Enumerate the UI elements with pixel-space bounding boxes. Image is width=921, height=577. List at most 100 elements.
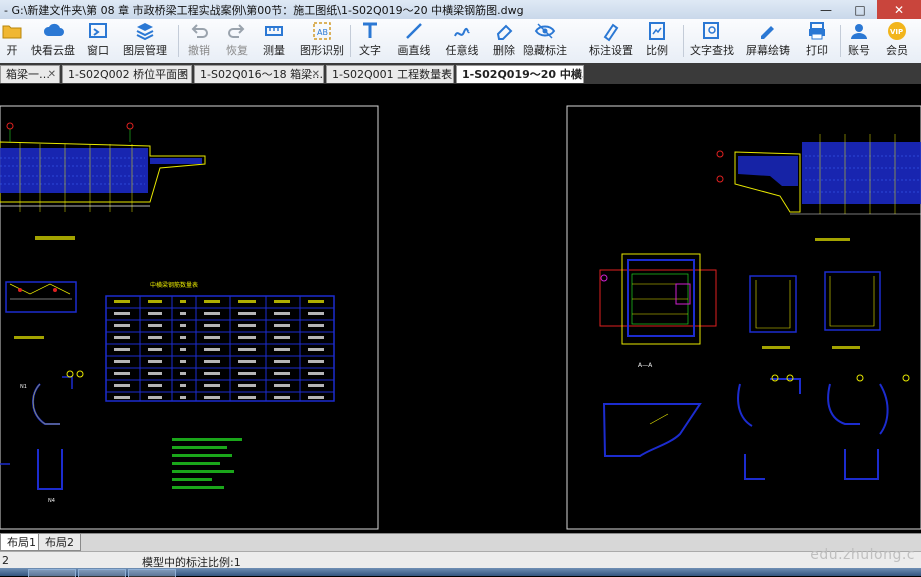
- vip-icon: VIP: [886, 21, 908, 41]
- tab-close-icon[interactable]: ✕: [572, 66, 580, 83]
- eye-icon: [534, 21, 556, 41]
- toolbar-button-eye[interactable]: 隐藏标注: [517, 21, 573, 61]
- svg-text:AB: AB: [317, 28, 328, 37]
- toolbar-button-line[interactable]: 画直线: [396, 21, 432, 61]
- close-button[interactable]: ✕: [877, 0, 921, 19]
- toolbar-label: 窗口: [87, 44, 109, 57]
- title-bar: - G:\新建文件夹\第 08 章 市政桥梁工程实战案例\第00节：施工图纸\1…: [0, 0, 921, 20]
- toolbar-button-folder-open[interactable]: 开: [1, 21, 23, 61]
- print-icon: [806, 21, 828, 41]
- section-aa-label: A—A: [638, 362, 653, 369]
- line-icon: [403, 21, 425, 41]
- left-bar-shapes: N4 N1: [0, 370, 84, 504]
- tab-label: 1-S02Q001 工程数量表: [332, 68, 453, 81]
- scale-icon: [646, 21, 668, 41]
- layout-tab[interactable]: 布局1: [0, 534, 43, 551]
- toolbar-button-text[interactable]: 文字: [357, 21, 383, 61]
- toolbar-label: 文字: [359, 44, 381, 57]
- toolbar-button-print[interactable]: 打印: [804, 21, 830, 61]
- tab-close-icon[interactable]: ✕: [48, 66, 56, 83]
- undo-icon: [188, 21, 210, 41]
- layout-tab[interactable]: 布局2: [38, 534, 81, 551]
- toolbar-label: 撤销: [188, 44, 210, 57]
- document-tab[interactable]: 1-S02Q019～20 中横… ✕: [456, 65, 584, 83]
- toolbar-button-redo[interactable]: 恢复: [224, 21, 250, 61]
- watermark: edu.zhulong.c: [810, 547, 915, 563]
- toolbar-button-account[interactable]: 账号: [846, 21, 872, 61]
- toolbar-label: 屏幕绘铸: [746, 44, 790, 57]
- toolbar-button-layers[interactable]: 图层管理: [122, 21, 168, 61]
- toolbar-button-undo[interactable]: 撤销: [186, 21, 212, 61]
- tab-close-icon[interactable]: ✕: [442, 66, 450, 83]
- document-tab[interactable]: 箱梁一… ✕: [0, 65, 60, 83]
- shape-recognize-icon: AB: [311, 21, 333, 41]
- toolbar-button-screen-draw[interactable]: 屏幕绘铸: [745, 21, 791, 61]
- cloud-icon: [42, 21, 64, 41]
- toolbar-button-text-search[interactable]: 文字查找: [689, 21, 735, 61]
- toolbar-button-cloud[interactable]: 快看云盘: [30, 21, 76, 61]
- cad-drawing: 中横梁钢筋数量表 N4 N1 A—A: [0, 105, 921, 530]
- toolbar-button-freehand[interactable]: 任意线: [444, 21, 480, 61]
- annotation-settings-icon: [600, 21, 622, 42]
- os-taskbar: [0, 568, 921, 577]
- toolbar-separator: [178, 25, 179, 57]
- right-detail-shapes: [749, 271, 881, 349]
- left-detail-bars: [5, 281, 77, 339]
- toolbar-label: 画直线: [397, 44, 431, 57]
- maximize-button[interactable]: □: [843, 0, 877, 19]
- toolbar-label: 快看云盘: [31, 44, 75, 57]
- drawing-canvas[interactable]: 中横梁钢筋数量表 N4 N1 A—A: [0, 84, 921, 533]
- toolbar-label: 图形识别: [300, 44, 344, 57]
- document-tab[interactable]: 1-S02Q001 工程数量表 ✕: [326, 65, 454, 83]
- tab-close-icon[interactable]: ✕: [180, 66, 188, 83]
- toolbar-button-annotation-settings[interactable]: 标注设置: [588, 21, 634, 61]
- redo-icon: [226, 21, 248, 41]
- svg-text:N4: N4: [48, 498, 55, 504]
- text-icon: [359, 21, 381, 41]
- toolbar-label: 文字查找: [690, 44, 734, 57]
- window-title: - G:\新建文件夹\第 08 章 市政桥梁工程实战案例\第00节：施工图纸\1…: [4, 4, 524, 17]
- text-search-icon: [701, 21, 723, 41]
- freehand-icon: [451, 21, 473, 41]
- measure-icon: [263, 21, 285, 41]
- status-bar: 2 模型中的标注比例:1: [0, 551, 921, 569]
- window-icon: [87, 21, 109, 41]
- eraser-icon: [493, 21, 515, 41]
- tab-close-icon[interactable]: ✕: [312, 66, 320, 83]
- folder-open-icon: [1, 21, 23, 41]
- toolbar-separator: [840, 25, 841, 57]
- toolbar-label: 比例: [646, 44, 668, 57]
- minimize-button[interactable]: —: [809, 0, 843, 19]
- toolbar-button-shape-recognize[interactable]: AB 图形识别: [299, 21, 345, 61]
- tab-label: 1-S02Q016～18 箱梁…: [200, 68, 324, 81]
- layers-icon: [134, 21, 156, 41]
- toolbar-button-vip[interactable]: VIP 会员: [884, 21, 910, 61]
- toolbar-button-measure[interactable]: 测量: [261, 21, 287, 61]
- toolbar-label: 隐藏标注: [523, 44, 567, 57]
- table-title: 中横梁钢筋数量表: [150, 281, 198, 289]
- tab-label: 1-S02Q002 桥位平面图: [68, 68, 189, 81]
- toolbar-button-scale[interactable]: 比例: [644, 21, 670, 61]
- document-tab[interactable]: 1-S02Q002 桥位平面图 ✕: [62, 65, 192, 83]
- account-icon: [848, 21, 870, 41]
- toolbar-separator: [683, 25, 684, 57]
- document-tab[interactable]: 1-S02Q016～18 箱梁… ✕: [194, 65, 324, 83]
- right-aa-section: A—A: [599, 253, 717, 369]
- layout-tab-bar: 布局1 布局2: [0, 533, 921, 552]
- toolbar-button-window[interactable]: 窗口: [85, 21, 111, 61]
- svg-text:N1: N1: [20, 384, 27, 390]
- toolbar-label: 开: [6, 44, 18, 57]
- tab-label: 箱梁一…: [6, 68, 50, 81]
- toolbar-label: 恢复: [226, 44, 248, 57]
- toolbar-button-eraser[interactable]: 删除: [491, 21, 517, 61]
- main-toolbar: 开快看云盘 窗口 图层管理 撤销 恢复 测量 AB 图形识别 文字 画直线 任意线 删除 隐藏标注 标注设…: [0, 19, 921, 64]
- status-left: 2: [2, 554, 9, 567]
- window-controls: — □ ✕: [809, 0, 921, 19]
- toolbar-label: 会员: [886, 44, 908, 57]
- left-notes: [172, 438, 242, 489]
- toolbar-label: 账号: [848, 44, 870, 57]
- screen-draw-icon: [757, 21, 779, 41]
- toolbar-label: 标注设置: [589, 44, 633, 57]
- toolbar-label: 删除: [493, 44, 515, 57]
- toolbar-label: 打印: [806, 44, 828, 57]
